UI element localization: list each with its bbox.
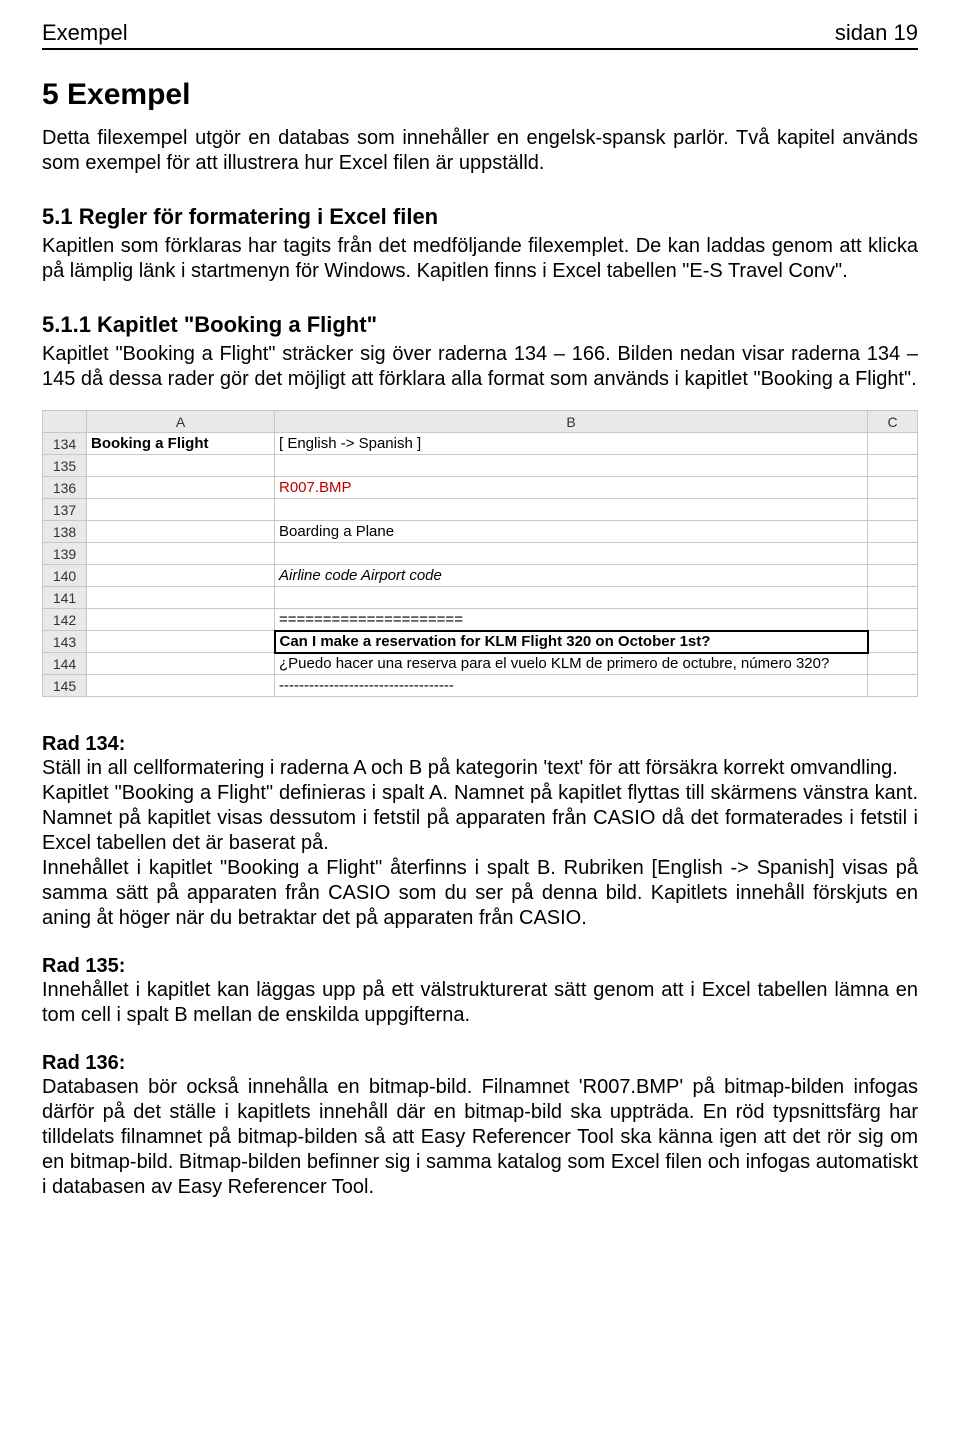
rad-134-p1: Ställ in all cellformatering i raderna A… [42, 756, 918, 781]
excel-cell-a [87, 631, 275, 653]
excel-cell-a [87, 609, 275, 631]
excel-row: 136 R007.BMP [43, 477, 918, 499]
excel-col-c-header: C [868, 411, 918, 433]
excel-row: 139 [43, 543, 918, 565]
excel-row: 134Booking a Flight[ English -> Spanish … [43, 433, 918, 455]
rad-134-p2: Kapitlet "Booking a Flight" definieras i… [42, 781, 918, 856]
excel-row-number: 142 [43, 609, 87, 631]
excel-cell-b [275, 499, 868, 521]
excel-cell-a [87, 543, 275, 565]
excel-cell-c [868, 653, 918, 675]
excel-corner [43, 411, 87, 433]
excel-cell-c [868, 609, 918, 631]
excel-row: 138 Boarding a Plane [43, 521, 918, 543]
excel-cell-a [87, 521, 275, 543]
excel-cell-a [87, 675, 275, 697]
excel-cell-c [868, 521, 918, 543]
excel-row-number: 141 [43, 587, 87, 609]
excel-cell-c [868, 499, 918, 521]
excel-cell-c [868, 631, 918, 653]
excel-cell-b [275, 587, 868, 609]
excel-row-number: 136 [43, 477, 87, 499]
excel-row-number: 140 [43, 565, 87, 587]
excel-row: 142 ===================== [43, 609, 918, 631]
excel-cell-a [87, 499, 275, 521]
excel-cell-c [868, 587, 918, 609]
excel-row-number: 134 [43, 433, 87, 455]
excel-row-number: 137 [43, 499, 87, 521]
excel-cell-b: ----------------------------------- [275, 675, 868, 697]
excel-cell-b: [ English -> Spanish ] [275, 433, 868, 455]
intro-paragraph: Detta filexempel utgör en databas som in… [42, 126, 918, 176]
excel-cell-a [87, 565, 275, 587]
header-right: sidan 19 [835, 20, 918, 46]
excel-row: 141 [43, 587, 918, 609]
header-left: Exempel [42, 20, 128, 46]
excel-cell-c [868, 675, 918, 697]
excel-screenshot: A B C 134Booking a Flight[ English -> Sp… [42, 410, 918, 697]
heading-1: 5 Exempel [42, 78, 918, 112]
excel-cell-b [275, 543, 868, 565]
excel-cell-b: R007.BMP [275, 477, 868, 499]
excel-row: 145 ----------------------------------- [43, 675, 918, 697]
excel-cell-b [275, 455, 868, 477]
excel-cell-c [868, 455, 918, 477]
section-5-1-1-paragraph: Kapitlet "Booking a Flight" sträcker sig… [42, 342, 918, 392]
heading-3: 5.1.1 Kapitlet "Booking a Flight" [42, 312, 918, 338]
excel-cell-a [87, 477, 275, 499]
excel-cell-b: ===================== [275, 609, 868, 631]
excel-cell-a [87, 587, 275, 609]
rad-135-label: Rad 135: [42, 955, 918, 978]
excel-row: 137 [43, 499, 918, 521]
excel-row-number: 143 [43, 631, 87, 653]
section-5-1-paragraph: Kapitlen som förklaras har tagits från d… [42, 234, 918, 284]
excel-row-number: 138 [43, 521, 87, 543]
excel-cell-b: Can I make a reservation for KLM Flight … [275, 631, 868, 653]
rad-135-p1: Innehållet i kapitlet kan läggas upp på … [42, 978, 918, 1028]
excel-cell-a [87, 653, 275, 675]
excel-cell-c [868, 543, 918, 565]
excel-cell-b: Boarding a Plane [275, 521, 868, 543]
excel-cell-c [868, 477, 918, 499]
excel-col-b-header: B [275, 411, 868, 433]
excel-row-number: 135 [43, 455, 87, 477]
heading-2: 5.1 Regler för formatering i Excel filen [42, 204, 918, 230]
excel-cell-c [868, 565, 918, 587]
excel-cell-c [868, 433, 918, 455]
excel-row: 143 Can I make a reservation for KLM Flig… [43, 631, 918, 653]
excel-row: 144 ¿Puedo hacer una reserva para el vuel… [43, 653, 918, 675]
rad-136-p1: Databasen bör också innehålla en bitmap-… [42, 1075, 918, 1200]
rad-136-label: Rad 136: [42, 1052, 918, 1075]
excel-row-number: 144 [43, 653, 87, 675]
excel-cell-a [87, 455, 275, 477]
excel-cell-a: Booking a Flight [87, 433, 275, 455]
rad-134-p3: Innehållet i kapitlet "Booking a Flight"… [42, 856, 918, 931]
excel-cell-b: Airline code Airport code [275, 565, 868, 587]
excel-row-number: 145 [43, 675, 87, 697]
excel-row-number: 139 [43, 543, 87, 565]
excel-row: 135 [43, 455, 918, 477]
page-header: Exempel sidan 19 [42, 20, 918, 50]
excel-row: 140 Airline code Airport code [43, 565, 918, 587]
rad-134-label: Rad 134: [42, 733, 918, 756]
excel-cell-b: ¿Puedo hacer una reserva para el vuelo K… [275, 653, 868, 675]
excel-col-a-header: A [87, 411, 275, 433]
